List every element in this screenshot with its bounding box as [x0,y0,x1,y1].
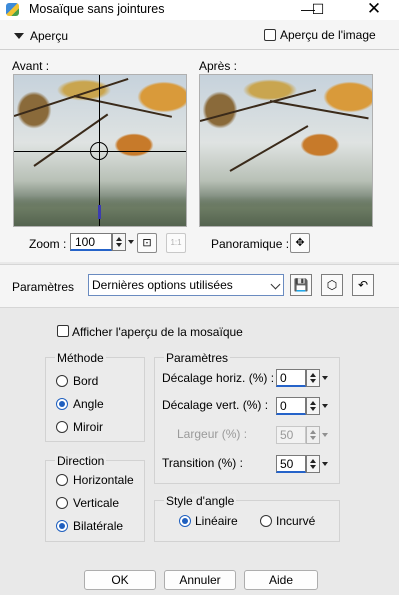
transition-input[interactable]: 50 [276,455,306,473]
method-radio-miroir[interactable] [56,421,68,433]
zoom-fit-button[interactable]: ⊡ [137,233,157,253]
method-radio-angle[interactable] [56,398,68,410]
corner-label-incurve[interactable]: Incurvé [276,514,315,528]
image-preview-label[interactable]: Aperçu de l'image [280,28,376,42]
pan-label: Panoramique : [211,237,290,251]
parameters-group: Paramètres Décalage horiz. (%) : 0 Décal… [154,351,340,484]
horiz-offset-input[interactable]: 0 [276,369,306,387]
help-button[interactable]: Aide [244,570,318,590]
zoom-dropdown-icon[interactable] [126,233,136,251]
zoom-label: Zoom : [29,237,67,251]
presets-label: Paramètres [12,280,75,294]
horiz-offset-spinner[interactable] [306,369,320,387]
method-label-bord[interactable]: Bord [73,374,98,388]
method-label-angle[interactable]: Angle [73,397,104,411]
preset-select-value: Dernières options utilisées [92,278,233,292]
preview-section-label[interactable]: Aperçu [30,29,68,43]
before-preview-image[interactable] [13,74,187,227]
title-bar: Mosaïque sans jointures — ☐ ✕ [0,0,399,20]
corner-radio-lineaire[interactable] [179,515,191,527]
maximize-button[interactable]: ☐ [300,0,336,20]
method-label-miroir[interactable]: Miroir [73,420,103,434]
corner-style-group: Style d'angle Linéaire Incurvé [154,494,340,542]
vert-offset-input[interactable]: 0 [276,397,306,415]
corner-radio-incurve[interactable] [260,515,272,527]
direction-label-bilaterale[interactable]: Bilatérale [73,519,123,533]
direction-label-verticale[interactable]: Verticale [73,496,119,510]
window-title: Mosaïque sans jointures [29,2,165,16]
chevron-down-icon [270,279,281,290]
resource-manager-button[interactable]: ⬡ [321,274,343,296]
zoom-spinner[interactable] [112,233,126,251]
cube-icon: ⬡ [326,278,338,292]
before-label: Avant : [12,59,50,73]
width-label: Largeur (%) : [177,427,248,441]
seam-marker [98,205,101,219]
zoom-actual-size-button: 1:1 [166,233,186,253]
transition-spinner[interactable] [306,455,320,473]
crosshair-center-handle[interactable] [90,142,108,160]
width-dropdown-icon [320,426,330,444]
method-radio-bord[interactable] [56,375,68,387]
close-button[interactable]: ✕ [356,0,392,20]
preview-area: Avant : Après : Zoom : 100 ⊡ 1:1 Panoram… [0,50,399,262]
image-preview-checkbox[interactable] [264,29,276,41]
method-group: Méthode Bord Angle Miroir [45,351,145,442]
reset-button[interactable]: ↶ [352,274,374,296]
after-preview-image [199,74,373,227]
zoom-input[interactable]: 100 [70,233,112,251]
method-group-title: Méthode [55,351,106,365]
vert-offset-dropdown-icon[interactable] [320,397,330,415]
preset-select[interactable]: Dernières options utilisées [88,274,284,296]
direction-group: Direction Horizontale Verticale Bilatéra… [45,454,145,542]
save-preset-button[interactable]: 💾 [290,274,312,296]
direction-radio-bilaterale[interactable] [56,520,68,532]
direction-label-horizontale[interactable]: Horizontale [73,473,134,487]
app-logo-icon [6,3,19,16]
mosaic-preview-label[interactable]: Afficher l'aperçu de la mosaïque [72,325,243,339]
pan-button[interactable]: ✥ [290,233,310,253]
reset-icon: ↶ [357,278,369,292]
width-input: 50 [276,426,306,444]
corner-style-title: Style d'angle [164,494,237,508]
transition-label: Transition (%) : [162,456,243,470]
ok-button[interactable]: OK [84,570,156,590]
direction-group-title: Direction [55,454,107,468]
preview-header: Aperçu Aperçu de l'image [0,20,399,50]
direction-radio-horizontale[interactable] [56,474,68,486]
direction-radio-verticale[interactable] [56,497,68,509]
after-label: Après : [199,59,238,73]
presets-row: Paramètres Dernières options utilisées 💾… [0,264,399,308]
horiz-offset-label: Décalage horiz. (%) : [162,371,275,385]
parameters-group-title: Paramètres [164,351,231,365]
horiz-offset-dropdown-icon[interactable] [320,369,330,387]
cancel-button[interactable]: Annuler [164,570,236,590]
vert-offset-label: Décalage vert. (%) : [162,398,269,412]
save-icon: 💾 [293,278,309,292]
width-spinner [306,426,320,444]
mosaic-preview-checkbox[interactable] [57,325,69,337]
vert-offset-spinner[interactable] [306,397,320,415]
corner-label-lineaire[interactable]: Linéaire [195,514,238,528]
collapse-arrow-icon[interactable] [14,33,24,39]
transition-dropdown-icon[interactable] [320,455,330,473]
